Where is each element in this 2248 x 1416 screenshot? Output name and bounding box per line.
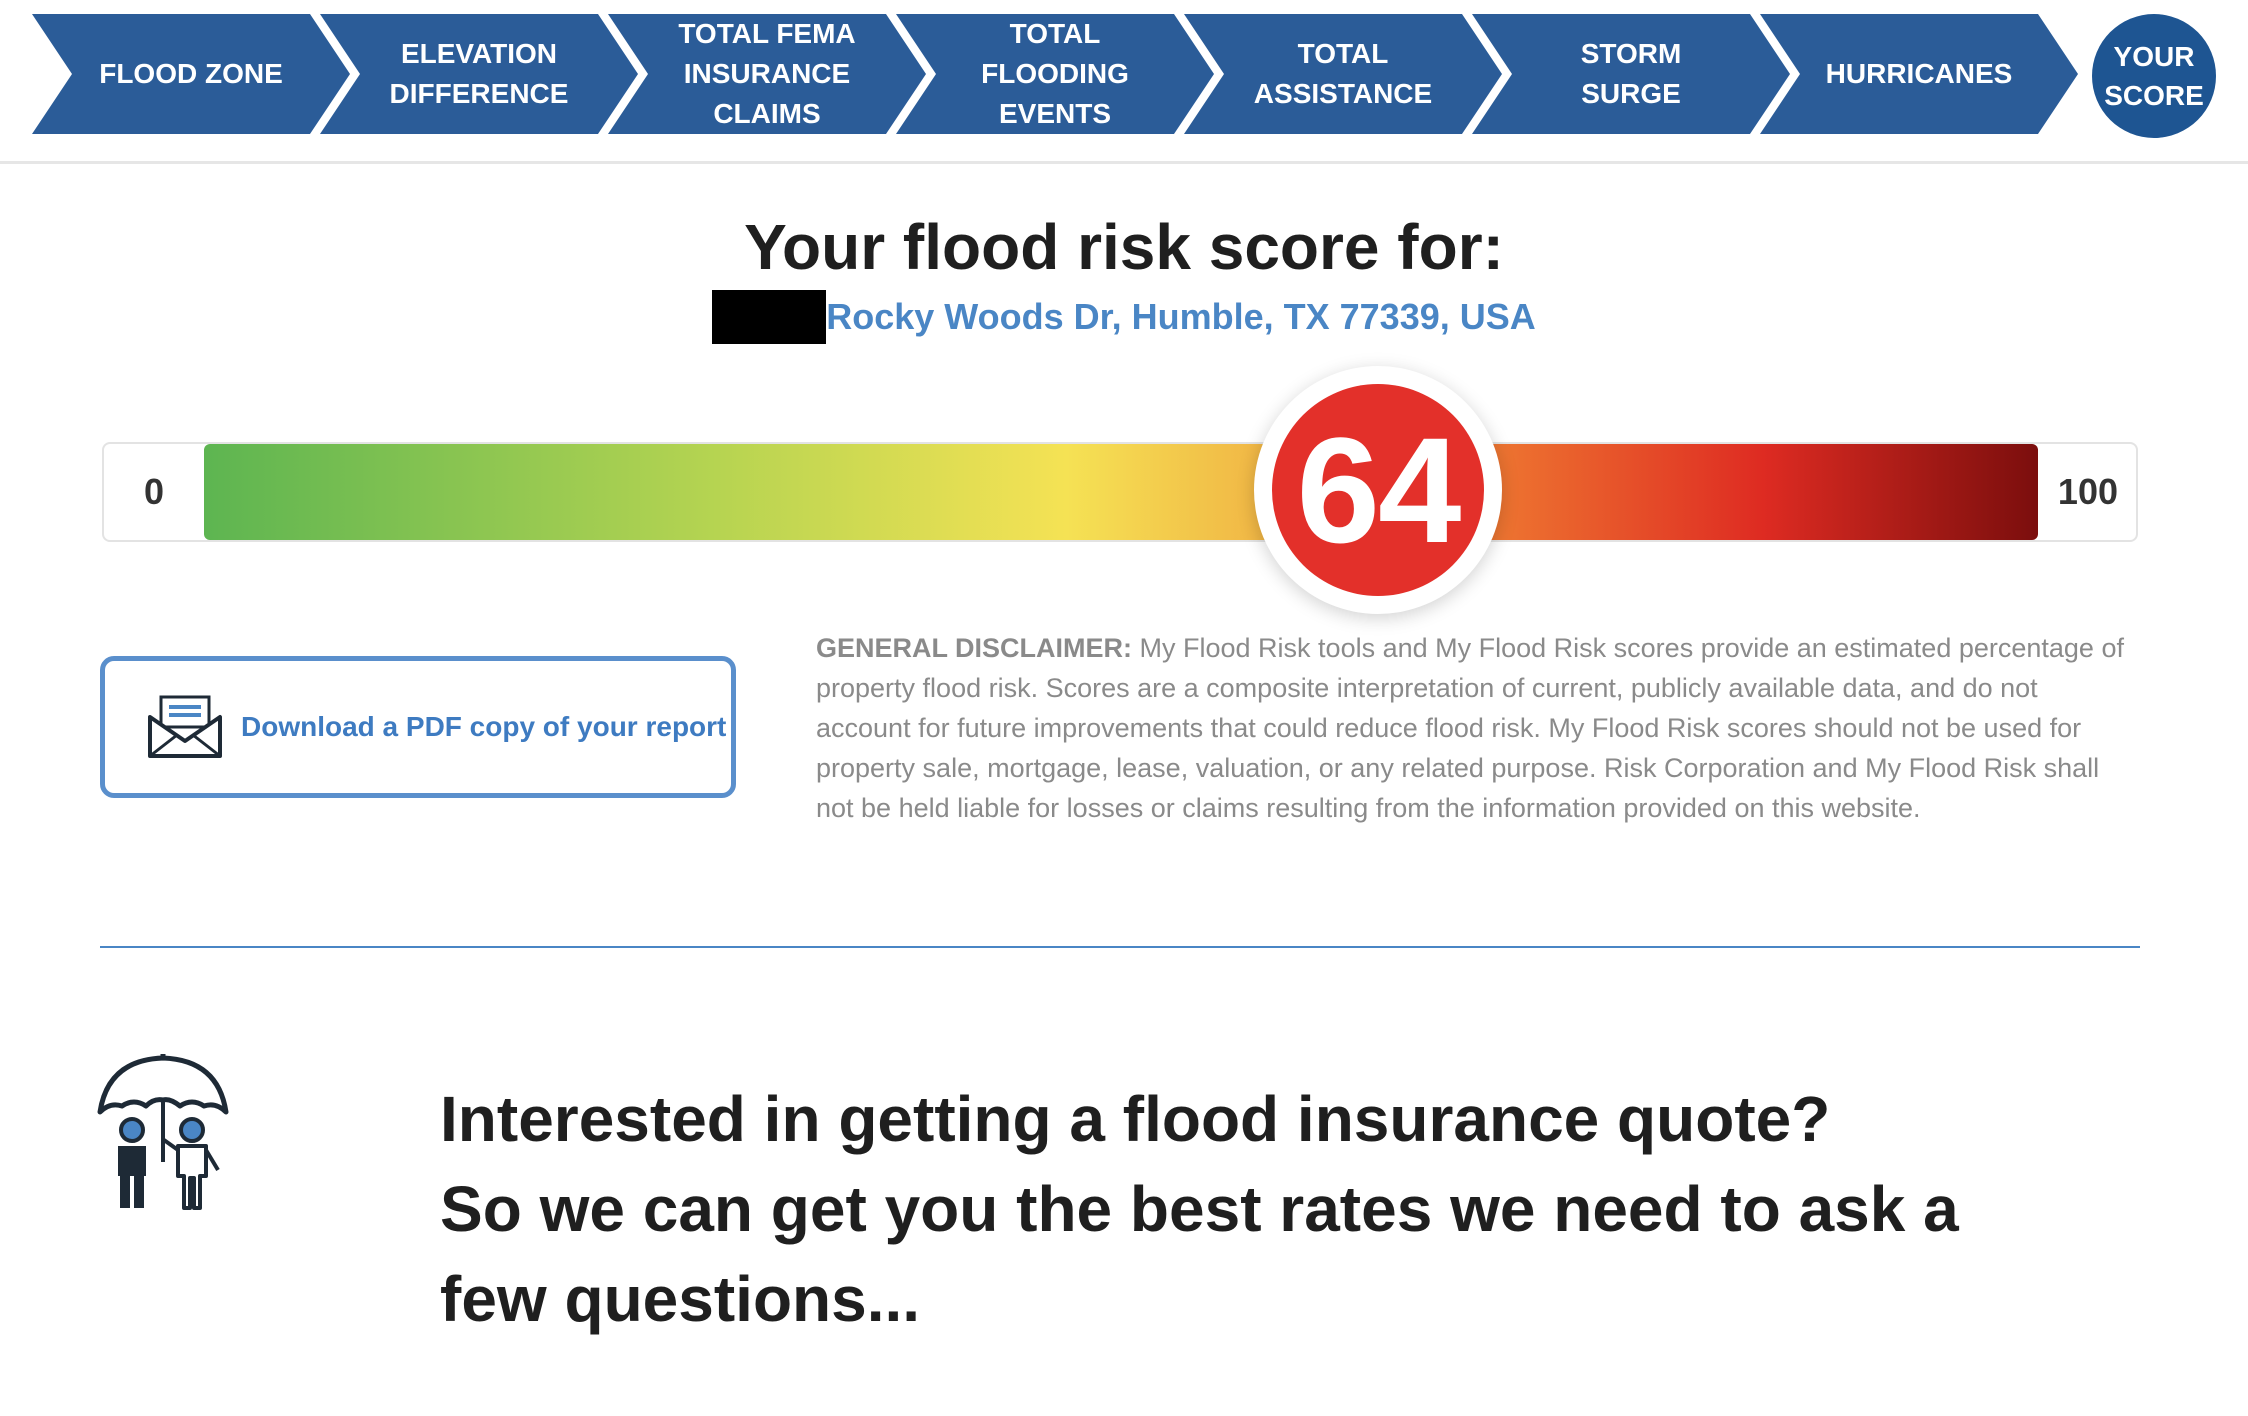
gauge-gradient-bar (204, 444, 2038, 540)
disclaimer-heading: GENERAL DISCLAIMER: (816, 633, 1133, 663)
step-total-assistance[interactable]: TOTAL ASSISTANCE (1184, 14, 1502, 134)
property-address-link[interactable]: Rocky Woods Dr, Humble, TX 77339, USA (826, 296, 1536, 338)
download-pdf-label: Download a PDF copy of your report (241, 711, 727, 742)
step-elevation-difference[interactable]: ELEVATION DIFFERENCE (320, 14, 638, 134)
step-label: HURRICANES (1825, 58, 2013, 89)
quote-heading-line-1: Interested in getting a flood insurance … (440, 1083, 1831, 1155)
general-disclaimer: GENERAL DISCLAIMER: My Flood Risk tools … (816, 628, 2128, 828)
step-navigation: FLOOD ZONE ELEVATION DIFFERENCE TOTAL FE… (0, 0, 2248, 164)
step-total-flooding-events[interactable]: TOTAL FLOODING EVENTS (896, 14, 1214, 134)
step-label: STORM SURGE (1580, 38, 1682, 109)
gauge-min-label: 0 (144, 471, 165, 512)
address-row: Rocky Woods Dr, Humble, TX 77339, USA (0, 290, 2248, 344)
page-title: Your flood risk score for: (744, 211, 1504, 283)
score-value: 64 (1272, 384, 1484, 596)
gauge-max-label: 100 (2057, 471, 2118, 512)
envelope-icon (148, 695, 222, 758)
step-your-score[interactable]: YOUR SCORE (2092, 14, 2216, 138)
risk-gauge: 0 100 (102, 442, 2138, 542)
quote-heading-line-2: So we can get you the best rates we need… (440, 1173, 1959, 1335)
step-label: TOTAL ASSISTANCE (1253, 38, 1433, 109)
quote-heading: Interested in getting a flood insurance … (440, 1074, 2040, 1344)
step-label: TOTAL FLOODING EVENTS (981, 18, 1129, 129)
step-label: ELEVATION DIFFERENCE (389, 38, 569, 109)
score-badge: 64 (1254, 366, 1502, 614)
step-hurricanes[interactable]: HURRICANES (1760, 14, 2078, 134)
step-label: FLOOD ZONE (99, 58, 283, 89)
download-pdf-button[interactable]: Download a PDF copy of your report (100, 656, 736, 798)
step-flood-zone[interactable]: FLOOD ZONE (32, 14, 350, 134)
redaction-block (712, 290, 827, 344)
umbrella-family-icon (97, 1054, 229, 1210)
section-divider (100, 946, 2140, 948)
step-total-fema-insurance-claims[interactable]: TOTAL FEMA INSURANCE CLAIMS (608, 14, 926, 134)
step-storm-surge[interactable]: STORM SURGE (1472, 14, 1790, 134)
step-label: TOTAL FEMA INSURANCE CLAIMS (678, 18, 856, 129)
